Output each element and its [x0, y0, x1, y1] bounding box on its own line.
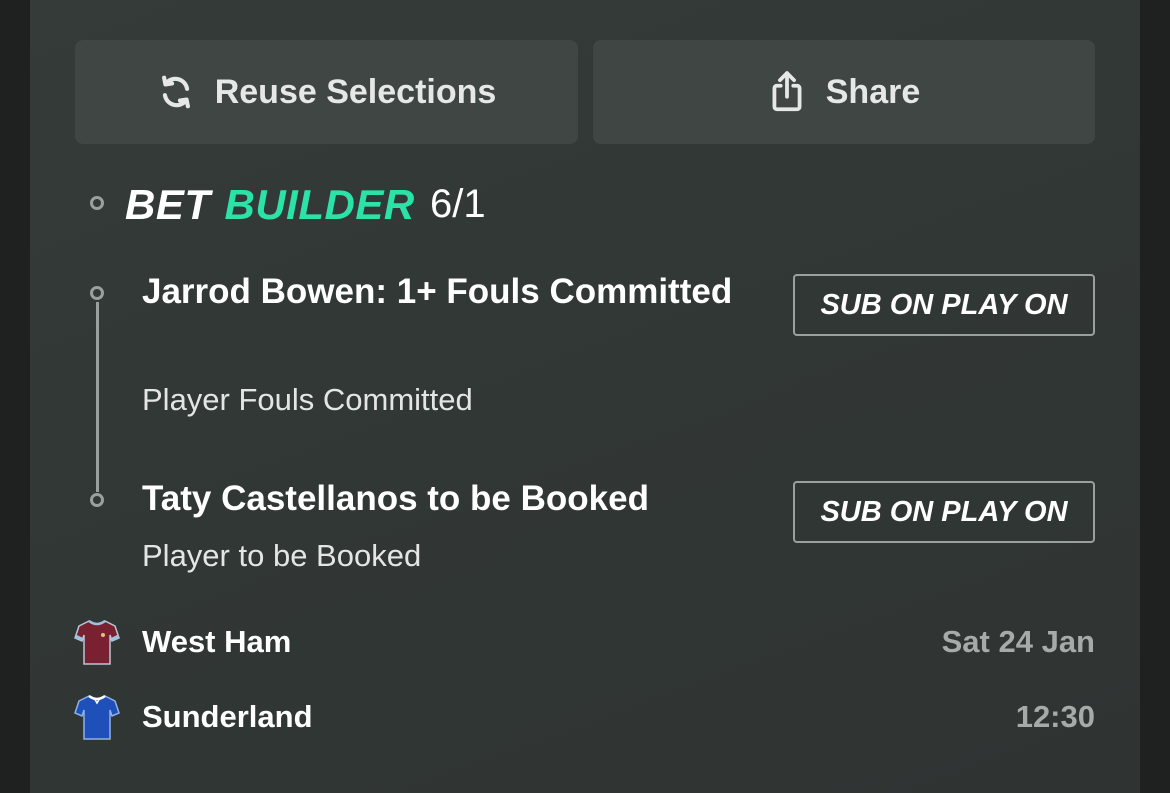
selection-connector-line	[96, 302, 99, 492]
selection-market: Player to be Booked	[142, 538, 422, 573]
bet-card: Reuse Selections Share BET BUILDER 6/1 J…	[30, 0, 1140, 793]
bet-builder-dot	[90, 196, 104, 210]
selection-dot	[90, 493, 104, 507]
bet-builder-title: BET BUILDER	[125, 180, 415, 230]
share-icon	[768, 70, 806, 114]
home-team: West Ham	[142, 624, 292, 659]
bet-odds: 6/1	[430, 182, 486, 226]
selection-title: Taty Castellanos to be Booked	[142, 479, 649, 518]
away-shirt-icon	[74, 693, 120, 746]
sub-on-play-on-badge: SUB ON PLAY ON	[793, 274, 1095, 336]
home-shirt-icon	[74, 618, 120, 671]
share-button[interactable]: Share	[593, 40, 1095, 144]
selection-market: Player Fouls Committed	[142, 382, 473, 417]
away-team: Sunderland	[142, 699, 313, 734]
share-label: Share	[825, 72, 921, 111]
builder-label: BUILDER	[224, 181, 415, 228]
match-time: 12:30	[1015, 699, 1095, 734]
selection-dot	[90, 286, 104, 300]
reuse-selections-button[interactable]: Reuse Selections	[75, 40, 578, 144]
refresh-icon	[157, 73, 195, 111]
selection-title: Jarrod Bowen: 1+ Fouls Committed	[142, 272, 733, 311]
match-date: Sat 24 Jan	[941, 624, 1095, 659]
bet-label: BET	[125, 181, 211, 228]
sub-on-play-on-badge: SUB ON PLAY ON	[793, 481, 1095, 543]
reuse-selections-label: Reuse Selections	[214, 72, 497, 111]
